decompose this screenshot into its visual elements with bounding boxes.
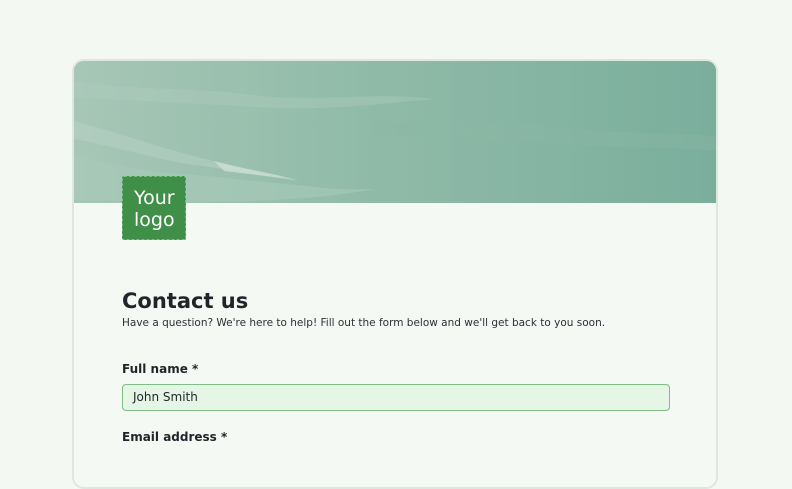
page-title: Contact us [122,289,249,313]
email-address-label: Email address * [122,430,228,444]
full-name-label: Full name * [122,362,199,376]
company-logo-placeholder: Your logo [122,176,186,240]
contact-form-card: Your logo Contact us Have a question? We… [72,59,718,489]
full-name-input[interactable]: John Smith [122,384,670,411]
page-subtitle: Have a question? We're here to help! Fil… [122,317,606,329]
